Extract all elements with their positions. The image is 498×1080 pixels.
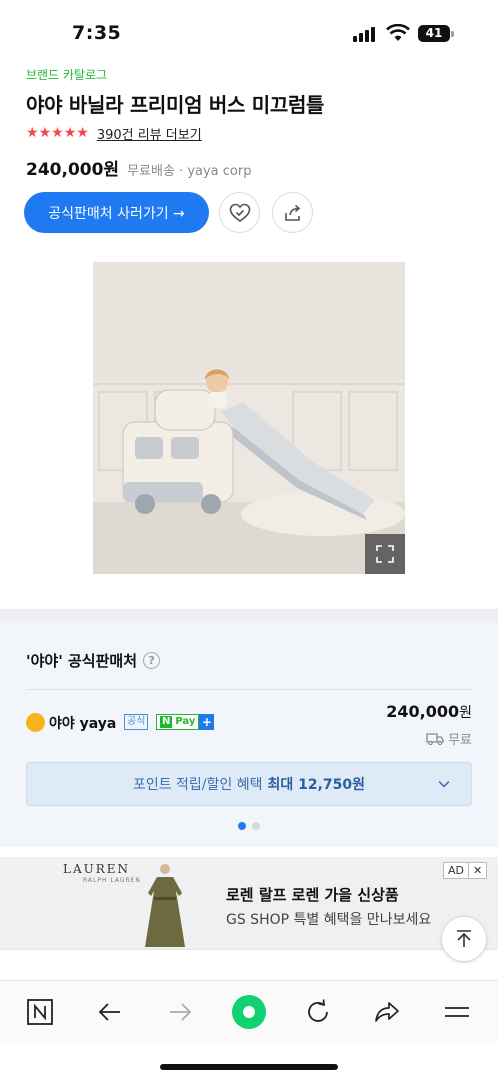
ad-subtitle: GS SHOP 특별 혜택을 만나보세요 <box>226 912 432 928</box>
npay-n-icon: N <box>160 716 173 728</box>
forward-button[interactable] <box>163 995 197 1029</box>
product-photo <box>93 262 405 574</box>
chevron-down-icon <box>438 780 450 788</box>
wishlist-button[interactable] <box>219 192 260 233</box>
ad-banner[interactable]: LAUREN RALPH LAUREN 로렌 랄프 로렌 가을 신상품 GS S… <box>0 857 498 949</box>
ad-dress-image <box>145 864 185 947</box>
pager-dot-active[interactable] <box>238 822 246 830</box>
naver-home-button[interactable] <box>23 995 57 1029</box>
seller-heading: '야야' 공식판매처 ? <box>26 650 161 671</box>
green-dot-icon <box>232 995 266 1029</box>
shipping-info: 무료배송 · yaya corp <box>127 164 252 179</box>
home-indicator <box>160 1064 338 1070</box>
ad-brand-logo: LAUREN <box>63 862 131 876</box>
seller-logo-icon <box>26 713 45 732</box>
green-dot-button[interactable] <box>232 995 266 1029</box>
star-icon: ★ <box>51 125 64 141</box>
ad-badge: AD ✕ <box>443 862 488 879</box>
expand-image-button[interactable] <box>365 534 405 574</box>
star-icon: ★ <box>26 125 39 141</box>
status-time: 7:35 <box>72 22 122 44</box>
seller-shipping: 무료 <box>426 729 472 748</box>
menu-icon <box>445 1007 469 1017</box>
benefit-highlight: 최대 12,750원 <box>267 777 366 793</box>
pager-dot[interactable] <box>252 822 260 830</box>
benefit-text: 포인트 적립/할인 혜택 <box>132 777 263 793</box>
seller-heading-text: '야야' 공식판매처 <box>26 652 138 670</box>
ad-close-icon[interactable]: ✕ <box>468 863 486 878</box>
brand-catalog-link[interactable]: 브랜드 카탈로그 <box>26 66 107 83</box>
benefit-dropdown[interactable]: 포인트 적립/할인 혜택 최대 12,750원 <box>26 762 472 806</box>
official-store-button[interactable]: 공식판매처 사러가기 → <box>24 192 209 233</box>
product-image[interactable] <box>93 262 405 574</box>
star-icon: ★ <box>38 125 52 141</box>
battery-icon: 41 <box>418 25 450 42</box>
wifi-icon <box>386 24 410 41</box>
naver-icon <box>27 999 53 1025</box>
product-title: 야야 바닐라 프리미엄 버스 미끄럼틀 <box>26 93 325 117</box>
status-bar: 7:35 41 <box>0 0 498 58</box>
share-page-button[interactable] <box>370 995 404 1029</box>
browser-toolbar <box>0 980 498 1044</box>
ad-label[interactable]: AD <box>444 863 468 878</box>
star-icon: ★ <box>63 125 77 141</box>
cellular-signal-icon <box>353 26 379 42</box>
section-divider <box>0 609 498 621</box>
review-link[interactable]: 390건 리뷰 더보기 <box>97 124 202 143</box>
seller-row[interactable]: 야야 yaya 공식 N Pay + 240,000원 무료 <box>26 702 472 749</box>
reload-icon <box>308 999 328 1022</box>
carousel-pager <box>238 822 260 830</box>
menu-button[interactable] <box>440 995 474 1029</box>
ad-title: 로렌 랄프 로렌 가을 신상품 <box>226 886 399 904</box>
scroll-to-top-button[interactable] <box>441 916 487 962</box>
forward-arrow-icon <box>170 1003 192 1021</box>
price-row: 240,000원 무료배송 · yaya corp <box>26 155 251 180</box>
official-seller-section: '야야' 공식판매처 ? 야야 yaya 공식 N Pay + 240,000원… <box>0 621 498 847</box>
npay-label: N Pay <box>156 714 200 730</box>
arrow-up-icon <box>457 930 471 947</box>
seller-shipping-text: 무료 <box>448 733 472 748</box>
reload-button[interactable] <box>301 995 335 1029</box>
official-badge: 공식 <box>124 714 149 730</box>
share-arrow-icon <box>375 1002 399 1022</box>
share-icon <box>284 204 300 221</box>
seller-price-number: 240,000 <box>386 702 460 721</box>
seller-name: 야야 yaya <box>49 716 117 732</box>
expand-icon <box>376 545 394 563</box>
ad-brand-sub: RALPH LAUREN <box>83 877 141 884</box>
back-arrow-icon <box>98 1003 120 1021</box>
truck-icon <box>426 733 444 745</box>
npay-badge: N Pay + <box>156 714 215 730</box>
npay-plus-icon: + <box>199 714 215 730</box>
back-button[interactable] <box>93 995 127 1029</box>
content-bottom <box>0 949 498 979</box>
seller-price: 240,000원 <box>386 702 472 722</box>
share-button[interactable] <box>272 192 313 233</box>
seller-price-unit: 원 <box>459 705 472 721</box>
star-icon: ★ <box>76 125 89 141</box>
rating-row: ★ ★ ★ ★ ★ 390건 리뷰 더보기 <box>26 124 202 143</box>
divider <box>26 689 472 690</box>
help-icon[interactable]: ? <box>143 652 161 669</box>
heart-check-icon <box>229 203 250 222</box>
npay-text: Pay <box>175 716 196 727</box>
rating-stars: ★ ★ ★ ★ ★ <box>26 125 89 141</box>
battery-cap <box>451 31 454 37</box>
product-price: 240,000원 <box>26 160 120 180</box>
